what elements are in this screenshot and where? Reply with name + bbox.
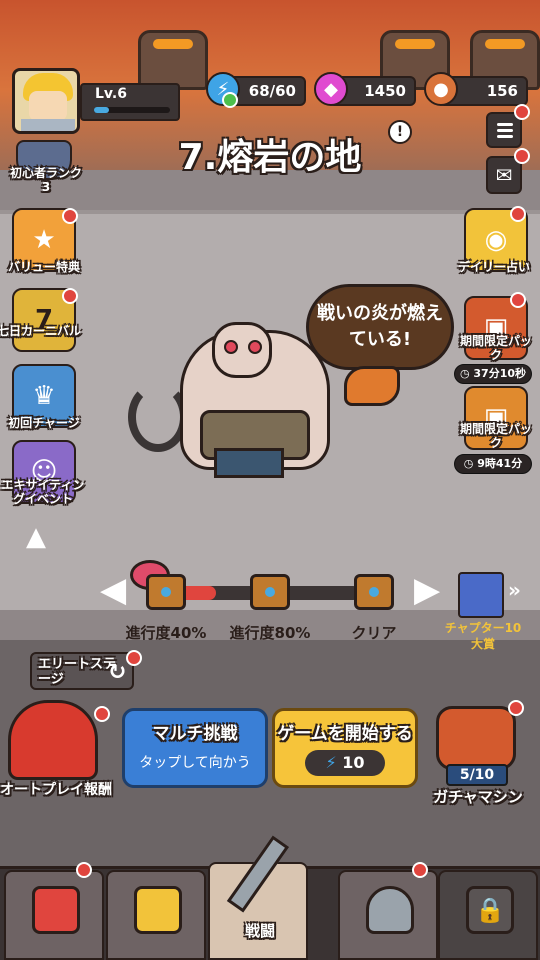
limited-pack-timer-1: ◷ 37分10秒 — [454, 364, 532, 384]
rank-value: 3 — [41, 180, 51, 194]
lock-icon: 🔒 — [466, 886, 514, 934]
tab-cards[interactable] — [106, 870, 206, 960]
milestone-clear-label: クリア — [351, 624, 397, 642]
previous-chapter-arrow-icon[interactable]: ◀ — [100, 570, 126, 610]
stage-title: 7.熔岩の地 — [178, 137, 362, 178]
timer-value: 37分10秒 — [473, 367, 527, 380]
event-label-limited-pack-2: 期間限定パック — [459, 422, 532, 450]
notification-dot — [412, 862, 428, 878]
event-label-limited-pack-1: 期間限定パック — [459, 334, 532, 362]
notification-dot — [510, 292, 526, 308]
player-level: Lv.6 — [95, 86, 127, 102]
event-label-carnival: 七日カーニバル — [0, 324, 81, 338]
event-label-first-charge: 初回チャージ — [8, 416, 80, 430]
notification-dot — [62, 208, 78, 224]
shop-icon — [32, 886, 80, 934]
stamina-cost-icon: ⚡ — [325, 753, 343, 772]
gacha-machine-icon[interactable] — [436, 706, 516, 770]
multi-subtitle: タップして向かう — [139, 755, 251, 771]
auto-play-label: オートプレイ報酬 — [0, 782, 112, 798]
gem-icon: ◆ — [314, 72, 348, 106]
chest-80-icon[interactable] — [250, 574, 290, 610]
start-cost-value: 10 — [342, 753, 365, 772]
notification-dot — [126, 650, 142, 666]
notification-dot — [510, 206, 526, 222]
rank-label: 初心者ランク — [9, 166, 82, 180]
chest-clear-icon[interactable] — [354, 574, 394, 610]
gacha-label: ガチャマシン — [433, 788, 523, 806]
auto-play-reward-icon[interactable] — [8, 700, 98, 780]
start-cost: ⚡ 10 — [305, 750, 385, 776]
boss-eye — [248, 340, 262, 354]
fast-forward-icon[interactable]: » — [508, 578, 521, 602]
gem-value: 1450 — [364, 82, 406, 100]
exp-bar-fill — [94, 107, 110, 113]
multi-title: マルチ挑戦 — [152, 724, 238, 744]
stage-info-icon[interactable]: ! — [388, 120, 412, 144]
next-chapter-arrow-icon[interactable]: ▶ — [414, 570, 440, 610]
refresh-icon: ↻ — [108, 660, 127, 685]
menu-notification-dot — [514, 104, 530, 120]
notification-dot — [76, 862, 92, 878]
boss-head — [212, 322, 272, 378]
expand-up-arrow-icon[interactable]: ▲ — [26, 522, 46, 552]
notification-dot — [508, 700, 524, 716]
volcano-decoration — [138, 30, 208, 90]
elite-stage-label: エリートステージ — [38, 657, 117, 687]
event-label-daily-fortune: デイリー占い — [457, 260, 530, 274]
timer-clock-icon: ◷ — [459, 367, 474, 380]
notification-dot — [94, 706, 110, 722]
event-label-value: バリュー特典 — [7, 260, 80, 274]
start-title: ゲームを開始する — [277, 724, 413, 744]
boss-pants — [214, 448, 284, 478]
milestone-80-label: 進行度80% — [229, 624, 311, 642]
stamina-add-icon[interactable] — [222, 92, 238, 108]
tab-shop[interactable] — [4, 870, 104, 960]
chapter-reward-label: チャプター10大賞 — [444, 621, 522, 651]
helmet-icon — [366, 886, 414, 934]
player-avatar[interactable] — [12, 68, 80, 134]
boss-speech-bubble: 戦いの炎が燃えている! — [306, 284, 454, 370]
battle-tab-label: 戦闘 — [244, 922, 275, 940]
chapter-reward-icon[interactable] — [458, 572, 504, 618]
event-label-exciting: エキサイティングイベント — [1, 478, 85, 506]
milestone-40-label: 進行度40% — [125, 624, 207, 642]
start-game-button[interactable]: ゲームを開始する ⚡ 10 — [272, 708, 418, 788]
timer-clock-icon: ◷ — [463, 457, 478, 470]
cards-icon — [134, 886, 182, 934]
fire-pet — [344, 366, 400, 406]
timer-value: 9時41分 — [477, 457, 523, 470]
tab-battle[interactable]: 戦闘 — [208, 835, 308, 960]
notification-dot — [62, 288, 78, 304]
stamina-value: 68/60 — [248, 82, 296, 100]
boss-eye — [224, 340, 238, 354]
multi-challenge-button[interactable]: マルチ挑戦 タップして向かう — [122, 708, 268, 788]
coin-value: 156 — [486, 82, 518, 100]
limited-pack-timer-2: ◷ 9時41分 — [454, 454, 532, 474]
tab-locked[interactable]: 🔒 — [438, 870, 538, 960]
mail-notification-dot — [514, 148, 530, 164]
chest-40-icon[interactable] — [146, 574, 186, 610]
gacha-count: 5/10 — [446, 764, 508, 786]
tab-equipment[interactable] — [338, 870, 438, 960]
coin-icon: ● — [424, 72, 458, 106]
boss-hook-weapon — [128, 382, 188, 452]
